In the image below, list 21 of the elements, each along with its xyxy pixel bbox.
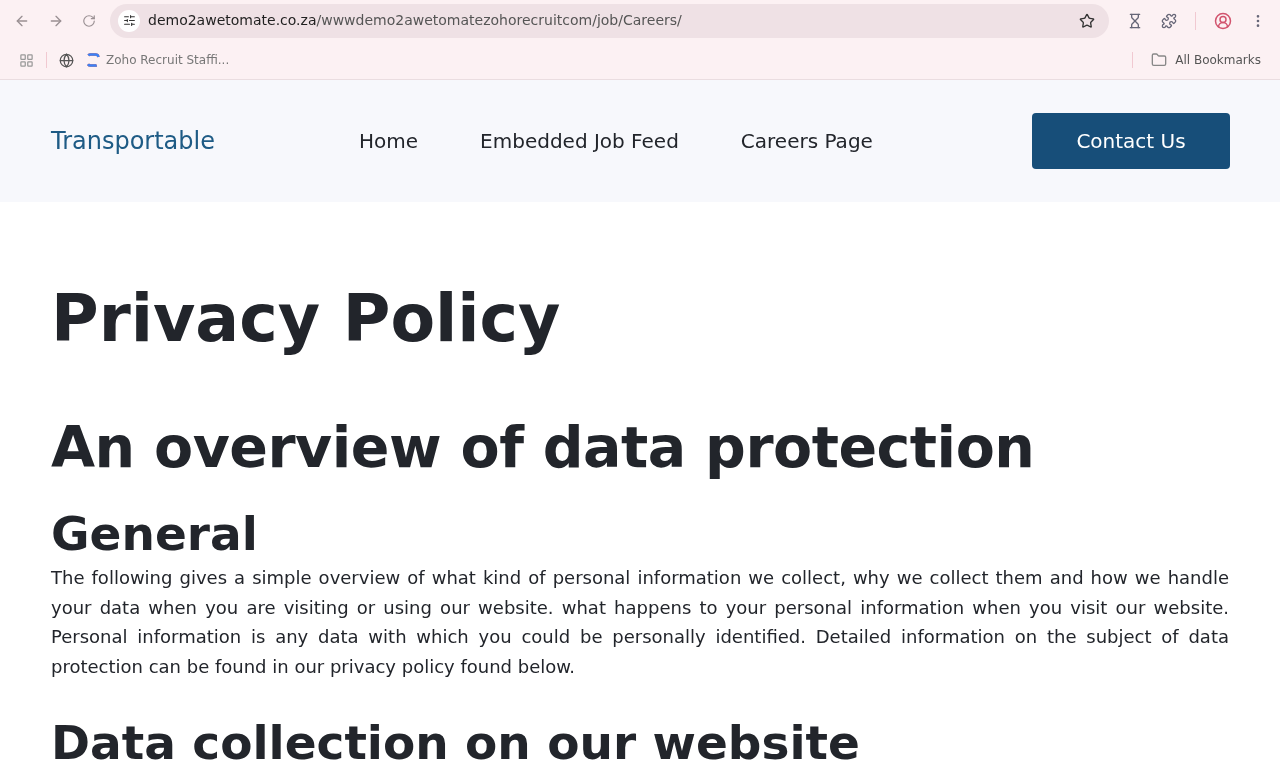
extensions-icon[interactable]	[1161, 12, 1177, 29]
url-text: demo2awetomate.co.za/wwwdemo2awetomatezohorecruitcom/job/Careers/	[148, 11, 683, 31]
bookmark-item[interactable]: Zoho Recruit Staffi...	[86, 51, 230, 70]
site-logo[interactable]: Transportable	[51, 123, 359, 159]
nav-link[interactable]: Embedded Job Feed	[480, 126, 679, 156]
all-bookmarks-button[interactable]: All Bookmarks	[1151, 51, 1261, 70]
reload-icon[interactable]	[82, 13, 96, 28]
address-bar[interactable]: demo2awetomate.co.za/wwwdemo2awetomatezohorecruitcom/job/Careers/	[110, 3, 1109, 38]
folder-icon	[1151, 52, 1168, 69]
site-settings-icon[interactable]	[122, 14, 136, 28]
nav-link[interactable]: Careers Page	[740, 126, 873, 156]
contact-button[interactable]: Contact Us	[1032, 113, 1230, 169]
globe-icon[interactable]	[59, 52, 74, 68]
bookmark-star-icon[interactable]	[1079, 12, 1095, 29]
subsection-heading: Data collection on our website	[51, 719, 861, 766]
profile-icon[interactable]	[1214, 11, 1232, 30]
hourglass-icon[interactable]	[1127, 12, 1143, 29]
subsection-heading: General	[51, 510, 259, 557]
paragraph: The following gives a simple overview of what kind of personal information we collect, why we collect them and how we handle your data when you are visiting or using our website. what happens to your personal information when you visit our website. Personal information is any data with which you could be personally identified. Detailed information on the subject of data protection can be found in our privacy policy found below.	[51, 566, 1229, 679]
nav-link[interactable]: Home	[359, 126, 419, 156]
apps-icon[interactable]	[19, 52, 34, 68]
